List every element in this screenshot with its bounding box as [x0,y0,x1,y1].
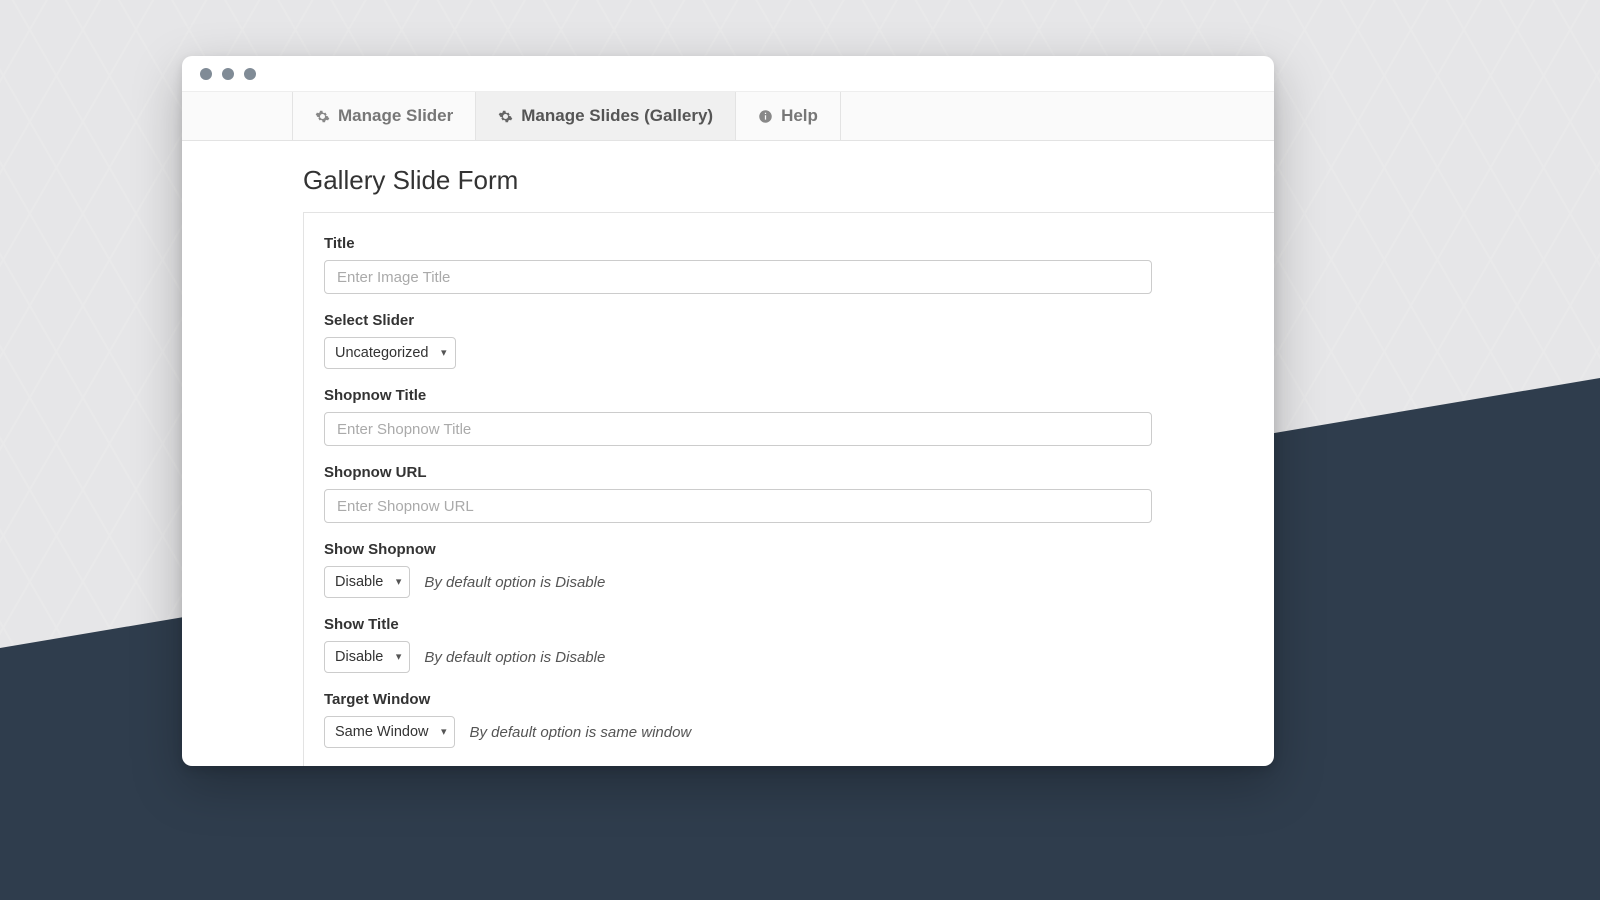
label-shopnow-url: Shopnow URL [324,464,1254,481]
content-area: Gallery Slide Form Title Select Slider U… [182,141,1274,766]
tab-manage-slides-gallery[interactable]: Manage Slides (Gallery) [476,92,736,140]
shopnow-url-input[interactable] [324,489,1152,523]
shopnow-title-input[interactable] [324,412,1152,446]
tab-label: Help [781,106,818,126]
label-title: Title [324,235,1254,252]
window-control-minimize[interactable] [222,68,234,80]
window-control-zoom[interactable] [244,68,256,80]
select-value: Disable [335,649,383,665]
target-window-dropdown[interactable]: Same Window [324,716,455,748]
label-show-title: Show Title [324,616,1254,633]
gear-icon [315,109,330,124]
tab-manage-slider[interactable]: Manage Slider [292,92,476,140]
form-panel: Title Select Slider Uncategorized Shopno… [303,212,1274,766]
field-title: Title [324,235,1254,294]
field-select-slider: Select Slider Uncategorized [324,312,1254,369]
select-value: Same Window [335,724,428,740]
field-shopnow-title: Shopnow Title [324,387,1254,446]
label-show-shopnow: Show Shopnow [324,541,1254,558]
window-control-close[interactable] [200,68,212,80]
title-input[interactable] [324,260,1152,294]
label-select-slider: Select Slider [324,312,1254,329]
select-value: Disable [335,574,383,590]
label-target-window: Target Window [324,691,1254,708]
window-titlebar [182,56,1274,92]
field-shopnow-url: Shopnow URL [324,464,1254,523]
hint-show-shopnow: By default option is Disable [424,574,605,591]
page-title: Gallery Slide Form [182,159,1274,212]
tab-bar: Manage Slider Manage Slides (Gallery) He… [182,92,1274,141]
show-shopnow-dropdown[interactable]: Disable [324,566,410,598]
tab-label: Manage Slider [338,106,453,126]
show-title-dropdown[interactable]: Disable [324,641,410,673]
hint-show-title: By default option is Disable [424,649,605,666]
hint-target-window: By default option is same window [469,724,691,741]
select-value: Uncategorized [335,345,429,361]
app-window: Manage Slider Manage Slides (Gallery) He… [182,56,1274,766]
info-icon [758,109,773,124]
field-show-shopnow: Show Shopnow Disable By default option i… [324,541,1254,598]
select-slider-dropdown[interactable]: Uncategorized [324,337,456,369]
gear-icon [498,109,513,124]
label-shopnow-title: Shopnow Title [324,387,1254,404]
field-target-window: Target Window Same Window By default opt… [324,691,1254,748]
tab-help[interactable]: Help [736,92,841,140]
tab-label: Manage Slides (Gallery) [521,106,713,126]
field-show-title: Show Title Disable By default option is … [324,616,1254,673]
